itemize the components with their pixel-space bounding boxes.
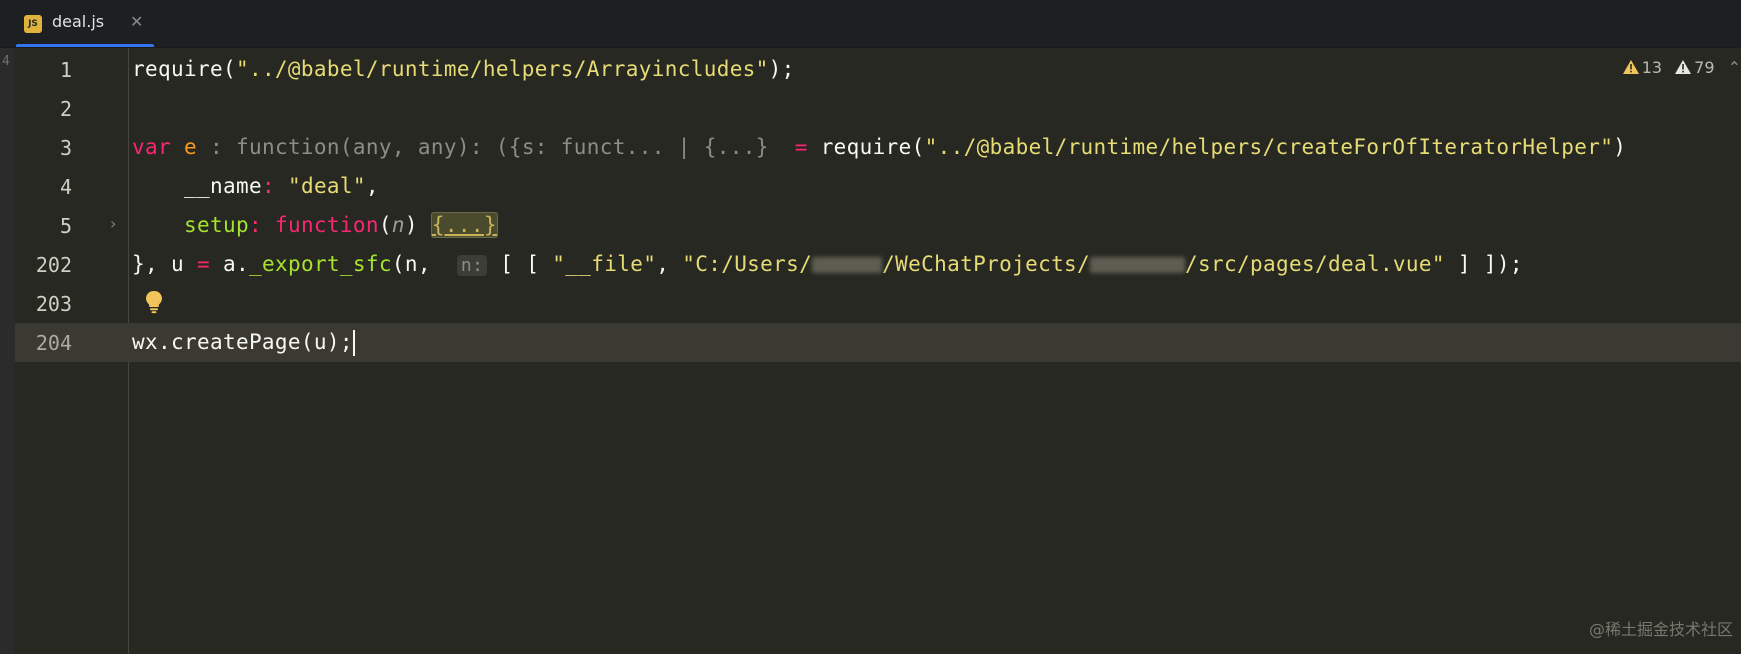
left-tool-strip: 4 xyxy=(0,48,15,654)
code-text[interactable]: wx.createPage(u); xyxy=(132,330,355,356)
code-line-3[interactable]: 3 var e : function(any, any): ({s: funct… xyxy=(15,128,1741,167)
line-number: 203 xyxy=(35,292,72,316)
tab-title: deal.js xyxy=(52,12,105,31)
code-line-1[interactable]: 1 require("../@babel/runtime/helpers/Arr… xyxy=(15,50,1741,89)
close-tab-icon[interactable]: ✕ xyxy=(130,12,143,31)
redacted-username xyxy=(812,257,883,273)
code-line-5[interactable]: 5 › setup: function(n) {...} xyxy=(15,206,1741,245)
code-line-202[interactable]: 202 }, u = a._export_sfc(n, n: [ [ "__fi… xyxy=(15,245,1741,284)
parameter-hint: n: xyxy=(456,255,488,276)
line-number: 1 xyxy=(59,58,72,82)
watermark: @稀土掘金技术社区 xyxy=(1588,620,1733,639)
type-hint: : function(any, any): ({s: funct... | {.… xyxy=(209,135,769,159)
code-text[interactable]: setup: function(n) {...} xyxy=(132,212,498,238)
line-number: 2 xyxy=(59,97,72,121)
tab-deal-js[interactable]: JS deal.js ✕ xyxy=(16,0,154,47)
active-tab-indicator xyxy=(16,44,154,47)
line-number: 4 xyxy=(59,175,72,199)
editor-tab-bar: JS deal.js ✕ xyxy=(0,0,1741,48)
line-number: 204 xyxy=(35,331,72,355)
javascript-file-icon: JS xyxy=(24,15,42,33)
left-strip-fragment: 4 xyxy=(2,54,10,69)
code-text[interactable]: require("../@babel/runtime/helpers/Array… xyxy=(132,57,795,81)
code-line-204[interactable]: 204 wx.createPage(u); xyxy=(15,323,1741,362)
code-line-2[interactable]: 2 xyxy=(15,89,1741,128)
redacted-project-name xyxy=(1090,257,1186,273)
lightbulb-icon[interactable] xyxy=(142,289,166,315)
line-number: 5 xyxy=(59,214,72,238)
code-line-203[interactable]: 203 xyxy=(15,284,1741,323)
code-line-4[interactable]: 4 __name: "deal", xyxy=(15,167,1741,206)
line-number: 202 xyxy=(35,253,72,277)
folded-region[interactable]: {...} xyxy=(430,212,498,238)
text-cursor xyxy=(352,330,355,356)
code-text[interactable]: }, u = a._export_sfc(n, n: [ [ "__file",… xyxy=(132,252,1523,276)
fold-expand-icon[interactable]: › xyxy=(110,214,116,233)
code-text[interactable]: var e : function(any, any): ({s: funct..… xyxy=(132,135,1626,159)
line-number: 3 xyxy=(59,136,72,160)
code-text[interactable]: __name: "deal", xyxy=(132,174,379,198)
